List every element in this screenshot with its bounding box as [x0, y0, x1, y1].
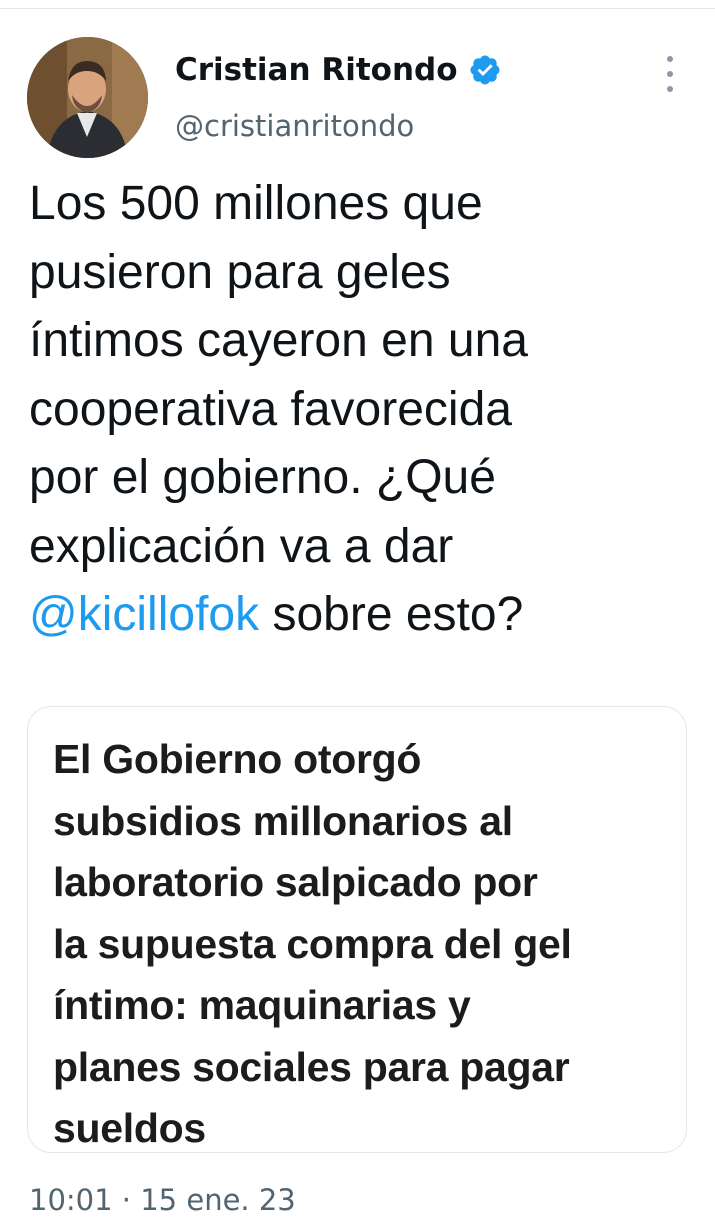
more-options-icon[interactable]: [656, 56, 684, 92]
tweet-text: Los 500 millones que pusieron para geles…: [29, 170, 699, 650]
card-title-line: laboratorio salpicado por: [53, 859, 538, 905]
mention-link[interactable]: @kicillofok: [29, 588, 259, 641]
more-dot: [667, 56, 673, 62]
tweet-line: Los 500 millones que: [29, 177, 483, 230]
tweet-line: por el gobierno. ¿Qué: [29, 451, 496, 504]
card-title-line: subsidios millonarios al: [53, 797, 513, 844]
tweet-line-last: @kicillofok sobre esto?: [29, 581, 699, 650]
card-title-line: la supuesta compra del gel: [53, 920, 572, 967]
more-dot: [667, 71, 673, 77]
card-title-line: planes sociales para pagar: [53, 1043, 570, 1090]
more-dot: [667, 86, 673, 92]
tweet-line: explicación va a dar: [29, 519, 454, 573]
card-title-line: sueldos: [53, 1105, 206, 1151]
link-preview-card[interactable]: El Gobierno otorgó subsidios millonarios…: [27, 706, 687, 1153]
verified-badge-icon: [468, 53, 502, 87]
card-title-line: El Gobierno otorgó: [53, 736, 422, 782]
user-handle[interactable]: @cristianritondo: [175, 106, 414, 146]
tweet-line: íntimos cayeron en una: [29, 314, 528, 367]
avatar-photo: [27, 37, 148, 158]
top-divider: [0, 8, 715, 9]
tweet-timestamp[interactable]: 10:01 · 15 ene. 23: [29, 1180, 296, 1220]
tweet-line: pusieron para geles: [29, 245, 451, 299]
display-name-text: Cristian Ritondo: [175, 52, 458, 88]
display-name[interactable]: Cristian Ritondo: [175, 50, 502, 90]
card-title-line: íntimo: maquinarias y: [53, 982, 471, 1028]
tweet-line: cooperativa favorecida: [29, 382, 512, 436]
tweet-line-rest: sobre esto?: [259, 588, 524, 641]
avatar[interactable]: [27, 37, 148, 158]
card-title: El Gobierno otorgó subsidios millonarios…: [53, 729, 673, 1160]
